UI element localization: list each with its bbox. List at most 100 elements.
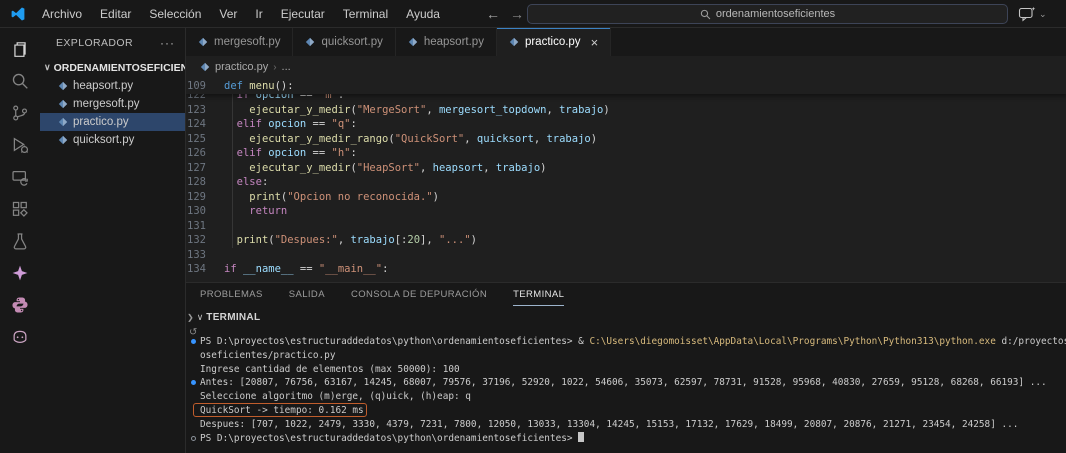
code-text: print("Opcion no reconocida.") bbox=[224, 190, 439, 205]
line-number[interactable]: 109 bbox=[186, 79, 206, 94]
code-editor[interactable]: 109def menu(): 122 if opcion == "m":123 … bbox=[186, 78, 1066, 282]
code-text: def menu(): bbox=[224, 79, 294, 94]
line-number[interactable]: 134 bbox=[186, 262, 206, 277]
python-file-icon bbox=[200, 62, 210, 72]
search-icon[interactable] bbox=[11, 71, 30, 90]
python-file-icon bbox=[58, 81, 68, 91]
panel-tab-bar: PROBLEMAS SALIDA CONSOLA DE DEPURACIÓN TERM… bbox=[200, 283, 564, 306]
menu-item-archivo[interactable]: Archivo bbox=[34, 4, 90, 24]
copilot-icon[interactable] bbox=[11, 327, 30, 346]
close-icon[interactable]: × bbox=[591, 35, 599, 50]
remote-icon[interactable] bbox=[11, 167, 30, 186]
tab-practico-py[interactable]: practico.py × bbox=[497, 28, 611, 56]
panel-tab-terminal[interactable]: TERMINAL bbox=[513, 283, 564, 306]
python-file-icon bbox=[58, 135, 68, 145]
file-row-heapsort-py[interactable]: heapsort.py bbox=[40, 77, 185, 95]
file-name: heapsort.py bbox=[73, 80, 133, 92]
terminal-section-label: TERMINAL bbox=[206, 312, 260, 323]
breadcrumb-file: practico.py bbox=[215, 61, 268, 73]
explorer-sidebar: EXPLORADOR ··· ∨ ORDENAMIENTOSEFICIEN...… bbox=[40, 28, 185, 453]
python-icon[interactable] bbox=[11, 295, 30, 314]
explorer-more-actions-icon[interactable]: ··· bbox=[160, 36, 175, 50]
chevron-down-icon: ∨ bbox=[197, 312, 204, 323]
breadcrumb[interactable]: practico.py › ... bbox=[186, 56, 1066, 78]
forward-arrow-icon[interactable]: → bbox=[510, 6, 524, 22]
vscode-logo-icon bbox=[10, 6, 26, 22]
code-line: 133 bbox=[186, 248, 1066, 263]
command-prompt-icon bbox=[191, 436, 196, 441]
tab-mergesoft-py[interactable]: mergesoft.py bbox=[186, 28, 293, 56]
code-text: print("Despues:", trabajo[:20], "...") bbox=[224, 233, 477, 248]
chevron-down-icon: ∨ bbox=[44, 62, 51, 73]
line-number[interactable]: 123 bbox=[186, 103, 206, 118]
tab-quicksort-py[interactable]: quicksort.py bbox=[293, 28, 395, 56]
code-text: elif opcion == "h": bbox=[224, 146, 357, 161]
folder-row[interactable]: ∨ ORDENAMIENTOSEFICIEN... bbox=[40, 58, 185, 77]
menu-item-editar[interactable]: Editar bbox=[92, 4, 139, 24]
testing-icon[interactable] bbox=[11, 231, 30, 250]
line-number[interactable]: 129 bbox=[186, 190, 206, 205]
files-icon[interactable] bbox=[11, 39, 30, 58]
line-number[interactable]: 130 bbox=[186, 204, 206, 219]
line-number[interactable]: 133 bbox=[186, 248, 206, 263]
line-number[interactable]: 132 bbox=[186, 233, 206, 248]
search-icon bbox=[700, 9, 711, 20]
terminal-line: PS D:\proyectos\estructuraddedatos\pytho… bbox=[186, 432, 1066, 446]
line-number[interactable]: 126 bbox=[186, 146, 206, 161]
chevron-right-icon[interactable]: ❯ bbox=[187, 313, 194, 322]
tab-label: practico.py bbox=[525, 36, 581, 48]
sparkle-icon[interactable] bbox=[11, 263, 30, 282]
code-line: 109 def menu(): bbox=[186, 79, 1066, 94]
search-input[interactable]: ordenamientoseficientes bbox=[527, 4, 1008, 24]
search-value: ordenamientoseficientes bbox=[716, 8, 835, 20]
line-number[interactable]: 131 bbox=[186, 219, 206, 234]
terminal-cursor bbox=[578, 432, 584, 442]
menu-item-ver[interactable]: Ver bbox=[211, 4, 245, 24]
tab-label: heapsort.py bbox=[424, 36, 484, 48]
command-success-icon bbox=[191, 339, 196, 344]
explorer-title: EXPLORADOR bbox=[56, 37, 133, 49]
chevron-down-icon[interactable]: ⌄ bbox=[1039, 9, 1047, 20]
sticky-scroll-line[interactable]: 109 def menu(): bbox=[186, 78, 1066, 94]
terminal-section-header[interactable]: ❯ ∨ TERMINAL bbox=[186, 310, 260, 324]
file-row-quicksort-py[interactable]: quicksort.py bbox=[40, 131, 185, 149]
file-row-mergesoft-py[interactable]: mergesoft.py bbox=[40, 95, 185, 113]
menu-item-ir[interactable]: Ir bbox=[247, 4, 270, 24]
panel-tab-salida[interactable]: SALIDA bbox=[289, 283, 325, 306]
code-text: elif opcion == "q": bbox=[224, 117, 357, 132]
line-number[interactable]: 128 bbox=[186, 175, 206, 190]
line-number[interactable]: 127 bbox=[186, 161, 206, 176]
menu-item-ayuda[interactable]: Ayuda bbox=[398, 4, 448, 24]
history-nav: ← → bbox=[486, 0, 524, 28]
panel-tab-problemas[interactable]: PROBLEMAS bbox=[200, 283, 263, 306]
bottom-panel: PROBLEMAS SALIDA CONSOLA DE DEPURACIÓN TERM… bbox=[186, 282, 1066, 453]
copilot-chat-icon[interactable] bbox=[1018, 6, 1037, 22]
menu-item-terminal[interactable]: Terminal bbox=[335, 4, 396, 24]
terminal-line: QuickSort -> tiempo: 0.162 ms bbox=[186, 404, 1066, 418]
file-row-practico-py[interactable]: practico.py bbox=[40, 113, 185, 131]
tab-label: mergesoft.py bbox=[214, 36, 280, 48]
code-text: ejecutar_y_medir("MergeSort", mergesort_… bbox=[224, 103, 610, 118]
code-line: 129 print("Opcion no reconocida.") bbox=[186, 190, 1066, 205]
tab-heapsort-py[interactable]: heapsort.py bbox=[396, 28, 497, 56]
editor-group: mergesoft.py quicksort.py heapsort.py pract… bbox=[185, 28, 1066, 453]
panel-tab-consola-de-depuracion[interactable]: CONSOLA DE DEPURACIÓN bbox=[351, 283, 487, 306]
breadcrumb-separator: › bbox=[273, 62, 276, 73]
source-control-icon[interactable] bbox=[11, 103, 30, 122]
run-debug-icon[interactable] bbox=[11, 135, 30, 154]
extensions-icon[interactable] bbox=[11, 199, 30, 218]
python-file-icon bbox=[509, 37, 519, 47]
back-arrow-icon[interactable]: ← bbox=[486, 6, 500, 22]
command-success-icon bbox=[191, 380, 196, 385]
tab-bar: mergesoft.py quicksort.py heapsort.py pract… bbox=[186, 28, 1066, 56]
terminal-line: Antes: [20807, 76756, 63167, 14245, 6800… bbox=[186, 376, 1066, 390]
menu-item-seleccion[interactable]: Selección bbox=[141, 4, 209, 24]
activity-bar bbox=[0, 28, 40, 453]
line-number[interactable]: 125 bbox=[186, 132, 206, 147]
code-text: if __name__ == "__main__": bbox=[224, 262, 388, 277]
line-number[interactable]: 124 bbox=[186, 117, 206, 132]
terminal-output[interactable]: PS D:\proyectos\estructuraddedatos\pytho… bbox=[186, 335, 1066, 453]
menu-item-ejecutar[interactable]: Ejecutar bbox=[273, 4, 333, 24]
code-line: 128 else: bbox=[186, 175, 1066, 190]
vscode-window: { "window": { "menus": ["Archivo", "Edit… bbox=[0, 0, 1066, 453]
